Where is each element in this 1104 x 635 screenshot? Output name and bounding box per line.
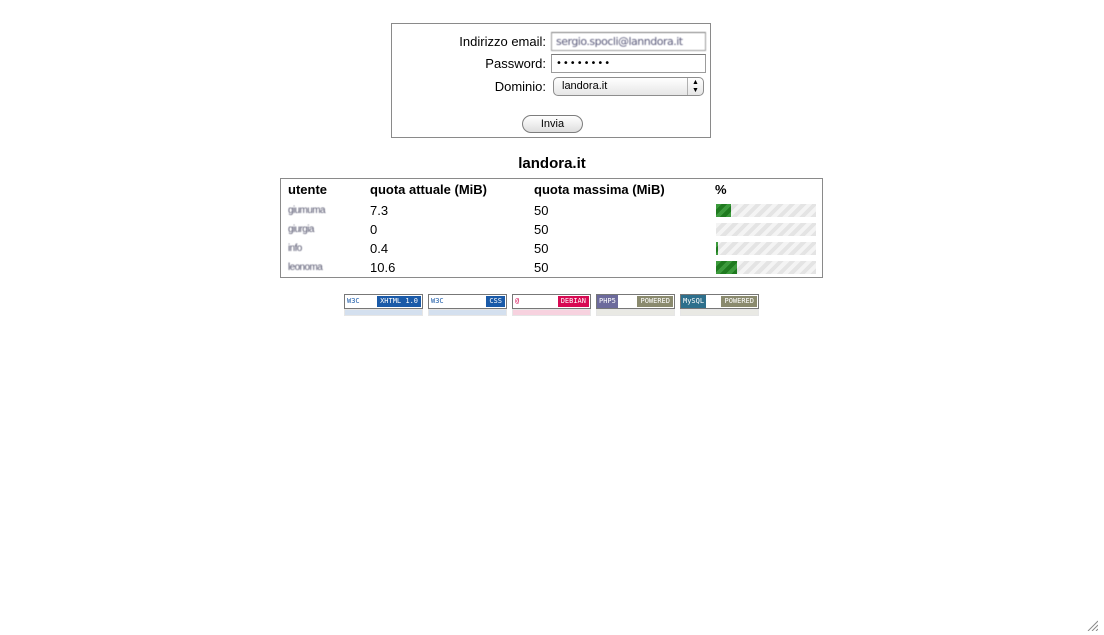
domain-select[interactable]: landora.it ▲ ▼ [553,77,704,96]
badge-reflection [680,309,759,316]
select-arrows-icon: ▲ ▼ [687,78,703,95]
debian-swirl-icon: @ [513,295,522,308]
password-field[interactable]: •••••••• [551,54,706,73]
row-max: 50 [534,260,549,275]
badge-left: W3C [345,295,362,308]
badge-left: W3C [429,295,446,308]
row-max: 50 [534,222,549,237]
row-current: 0 [370,222,378,237]
usage-bar [716,261,816,274]
css-badge[interactable]: W3C CSS [428,294,507,309]
resize-grip-icon[interactable] [1086,619,1098,631]
email-row: Indirizzo email: sergio.spocli@lanndora.… [392,32,710,52]
usage-bar-fill [716,261,738,274]
php-badge[interactable]: PHP5 POWERED [596,294,675,309]
header-max-quota: quota massima (MiB) [534,182,665,197]
domain-row: Dominio: landora.it ▲ ▼ [392,77,710,97]
badge-reflection [512,309,591,316]
row-max: 50 [534,203,549,218]
domain-title: landora.it [518,155,586,172]
password-row: Password: •••••••• [392,54,710,74]
email-field[interactable]: sergio.spocli@lanndora.it [551,32,706,51]
row-user: giurgia [288,224,314,235]
usage-bar [716,242,816,255]
password-label: Password: [485,56,546,71]
row-max: 50 [534,241,549,256]
badge-reflection [596,309,675,316]
quota-table: utente quota attuale (MiB) quota massima… [280,178,823,278]
email-label: Indirizzo email: [459,34,546,49]
row-current: 0.4 [370,241,389,256]
usage-bar-fill [716,242,718,255]
header-current-quota: quota attuale (MiB) [370,182,487,197]
mysql-badge[interactable]: MySQL POWERED [680,294,759,309]
badge-reflection [428,309,507,316]
row-current: 7.3 [370,203,389,218]
badge-left: PHP5 [597,295,618,308]
badge-right: CSS [486,296,505,307]
usage-bar [716,204,816,217]
row-user: giumuma [288,205,326,216]
badge-reflection [344,309,423,316]
row-user: info [288,243,302,254]
badge-right: XHTML 1.0 [377,296,421,307]
header-user: utente [288,182,327,197]
row-user: leonoma [288,262,323,273]
badge-right: DEBIAN [557,296,589,307]
row-current: 10.6 [370,260,396,275]
badge-right: POWERED [637,296,673,307]
usage-bar-fill [716,204,731,217]
debian-badge[interactable]: @ DEBIAN [512,294,591,309]
badge-left: MySQL [681,295,707,308]
submit-button[interactable]: Invia [522,115,583,133]
badge-right: POWERED [721,296,757,307]
xhtml-badge[interactable]: W3C XHTML 1.0 [344,294,423,309]
usage-bar [716,223,816,236]
login-form: Indirizzo email: sergio.spocli@lanndora.… [391,23,711,138]
domain-label: Dominio: [494,79,546,94]
header-percent: % [715,182,727,197]
domain-select-value: landora.it [562,80,608,92]
